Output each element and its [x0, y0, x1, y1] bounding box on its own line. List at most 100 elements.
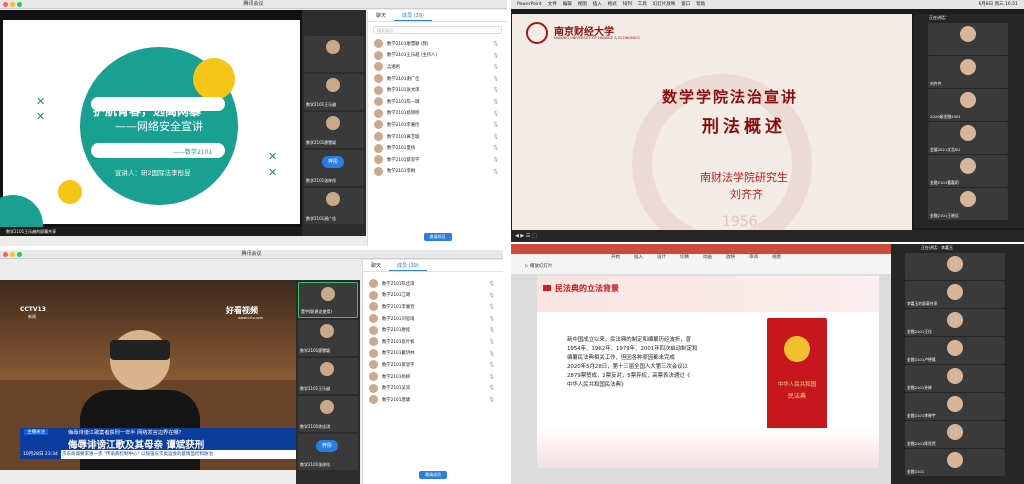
speaker-thumb[interactable]: 金融2101王佳 — [905, 309, 1005, 336]
mic-icon[interactable]: 🎙 — [493, 87, 499, 93]
ribbon-tab[interactable]: 视图 — [772, 255, 781, 260]
member-row[interactable]: 数学2101张叶帆 🎙 — [363, 336, 503, 348]
mic-icon[interactable]: 🎙 — [489, 293, 495, 299]
member-row[interactable]: 数学2101李桐 🎙 — [368, 166, 507, 178]
member-row[interactable]: 数学2101张文琪 🎙 — [368, 84, 507, 96]
ribbon-tab[interactable]: 开始 — [611, 255, 620, 260]
member-row[interactable]: 数学2101黄艺璇 🎙 — [368, 131, 507, 143]
video-thumb[interactable]: 数学2101王乐越 — [304, 74, 364, 110]
video-thumb[interactable]: 数学2101廖慧颖 — [304, 112, 364, 148]
mic-icon[interactable]: 🎙 — [489, 397, 495, 403]
member-row[interactable]: 数学2101王乐越 (主持人) 🎙 — [368, 50, 507, 62]
menu-item[interactable]: 排列 — [623, 2, 632, 7]
speaker-thumb[interactable]: 金融2101王晓远 — [928, 188, 1008, 220]
presentation-controls[interactable]: ◀ ▶ ☰ ⬚ — [511, 230, 1024, 242]
video-thumb[interactable]: 梓彤 数学2101张梓彤 — [298, 434, 358, 470]
speaker-thumb[interactable]: 金融2101李晓宇 — [905, 393, 1005, 420]
member-row[interactable]: 数学2101谢广佳 🎙 — [368, 73, 507, 85]
member-row[interactable]: 数学2101陈佳琪 🎙 — [363, 278, 503, 290]
mic-icon[interactable]: 🎙 — [493, 111, 499, 117]
member-row[interactable]: 数学2101蔡思宇 🎙 — [368, 154, 507, 166]
mic-icon[interactable]: 🎙 — [489, 351, 495, 357]
member-row[interactable]: 数学2101杨明明 🎙 — [368, 108, 507, 120]
speaker-thumb[interactable]: 李嘉玉的屏幕共享 — [905, 281, 1005, 308]
speaker-thumb[interactable]: 2020级金融2001 — [928, 89, 1008, 121]
menu-item[interactable]: 工具 — [638, 2, 647, 7]
speaker-thumb[interactable]: 金融2101 — [905, 449, 1005, 476]
mic-icon[interactable]: 🎙 — [493, 134, 499, 140]
speaker-thumb[interactable]: 金融2101卢德隆 — [905, 337, 1005, 364]
speaker-thumb[interactable]: 会展2021文浩SU — [928, 122, 1008, 154]
mic-icon[interactable]: 🎙 — [489, 316, 495, 322]
mic-icon[interactable]: 🎙 — [493, 145, 499, 151]
ribbon-tab[interactable]: 插入 — [634, 255, 643, 260]
tab-chat[interactable]: 聊天 — [363, 260, 389, 271]
mic-icon[interactable]: 🎙 — [489, 362, 495, 368]
tab-members[interactable]: 成员 (39) — [394, 10, 432, 21]
tab-members[interactable]: 成员 (39) — [389, 260, 427, 271]
member-row[interactable]: 数学2101陈一璐 🎙 — [368, 96, 507, 108]
mic-icon[interactable]: 🎙 — [493, 64, 499, 70]
mic-icon[interactable]: 🎙 — [489, 339, 495, 345]
member-row[interactable]: 数学2101蔡思宇 🎙 — [363, 359, 503, 371]
member-row[interactable]: 数学2101杨柳 🎙 — [363, 371, 503, 383]
menu-item[interactable]: 文件 — [548, 2, 557, 7]
speaker-thumb[interactable] — [905, 253, 1005, 280]
mic-icon[interactable]: 🎙 — [489, 374, 495, 380]
video-thumb[interactable]: 数学2101徐佳琪 — [298, 396, 358, 432]
speaker-thumb[interactable]: 刘齐齐 — [928, 56, 1008, 88]
ribbon-tab[interactable]: 放映 — [726, 255, 735, 260]
mic-icon[interactable]: 🎙 — [493, 76, 499, 82]
member-row[interactable]: 数学2101戴玥林 🎙 — [363, 348, 503, 360]
mic-icon[interactable]: 🎙 — [493, 122, 499, 128]
member-row[interactable]: 数学2101唐婕 🎙 — [363, 394, 503, 406]
menu-item[interactable]: 帮助 — [696, 2, 705, 7]
member-search-input[interactable]: 搜索成员 — [373, 26, 502, 34]
video-thumb[interactable]: 数学2101廖慧颖 — [298, 320, 358, 356]
video-thumb[interactable]: 数学2101王乐越 — [298, 358, 358, 394]
member-row[interactable]: 数学2101李嘉宣 🎙 — [363, 301, 503, 313]
speaker-thumb[interactable]: 金融2101曹嘉玥 — [928, 155, 1008, 187]
member-row[interactable]: 数学2101夏杨 🎙 — [368, 142, 507, 154]
window-controls[interactable] — [3, 252, 24, 261]
video-thumb[interactable]: 梓彤 数学2101张梓彤 — [304, 150, 364, 186]
video-thumb[interactable] — [304, 36, 364, 72]
menu-item[interactable]: PowerPoint — [517, 2, 542, 7]
member-row[interactable]: 数学2101江璐 🎙 — [363, 290, 503, 302]
play-slideshow-button[interactable]: ▷ 播放幻灯片 — [525, 263, 552, 269]
ribbon-tab[interactable]: 审阅 — [749, 255, 758, 260]
mic-icon[interactable]: 🎙 — [489, 304, 495, 310]
speaker-thumb[interactable]: 金融2101陈欣然 — [905, 421, 1005, 448]
mic-icon[interactable]: 🎙 — [493, 99, 499, 105]
speaker-thumb[interactable]: 金融2101孙婷 — [905, 365, 1005, 392]
mic-icon[interactable]: 🎙 — [493, 169, 499, 175]
member-name: 数学2101夏杨 — [387, 146, 416, 152]
video-thumb[interactable]: 数学2101谢广佳 — [304, 188, 364, 224]
member-row[interactable]: 孟湘君 🎙 — [368, 61, 507, 73]
menu-item[interactable]: 窗口 — [681, 2, 690, 7]
ribbon-tab[interactable]: 设计 — [657, 255, 666, 260]
member-row[interactable]: 数学2101廖慧颖 (我) 🎙 — [368, 38, 507, 50]
invite-button[interactable]: 邀请成员 — [423, 233, 452, 241]
member-row[interactable]: 数学2101李嘉彤 🎙 — [368, 119, 507, 131]
speaker-thumb[interactable] — [928, 23, 1008, 55]
member-row[interactable]: 数学2101吴双 🎙 — [363, 382, 503, 394]
mic-icon[interactable]: 🎙 — [493, 41, 499, 47]
video-thumb[interactable]: 董宇翔(建议使用) — [298, 282, 358, 318]
invite-button[interactable]: 邀请成员 — [419, 471, 447, 479]
mic-icon[interactable]: 🎙 — [493, 53, 499, 59]
mic-icon[interactable]: 🎙 — [493, 157, 499, 163]
tab-chat[interactable]: 聊天 — [368, 10, 394, 21]
ribbon-tab[interactable]: 动画 — [703, 255, 712, 260]
member-row[interactable]: 数学2101刘思雨 🎙 — [363, 313, 503, 325]
ribbon-tab[interactable]: 切换 — [680, 255, 689, 260]
mic-icon[interactable]: 🎙 — [489, 385, 495, 391]
menu-item[interactable]: 视图 — [578, 2, 587, 7]
mic-icon[interactable]: 🎙 — [489, 281, 495, 287]
mic-icon[interactable]: 🎙 — [489, 327, 495, 333]
menu-item[interactable]: 格式 — [608, 2, 617, 7]
menu-item[interactable]: 编辑 — [563, 2, 572, 7]
menu-item[interactable]: 插入 — [593, 2, 602, 7]
member-row[interactable]: 数学2101廖程 🎙 — [363, 324, 503, 336]
menu-item[interactable]: 幻灯片放映 — [653, 2, 676, 7]
